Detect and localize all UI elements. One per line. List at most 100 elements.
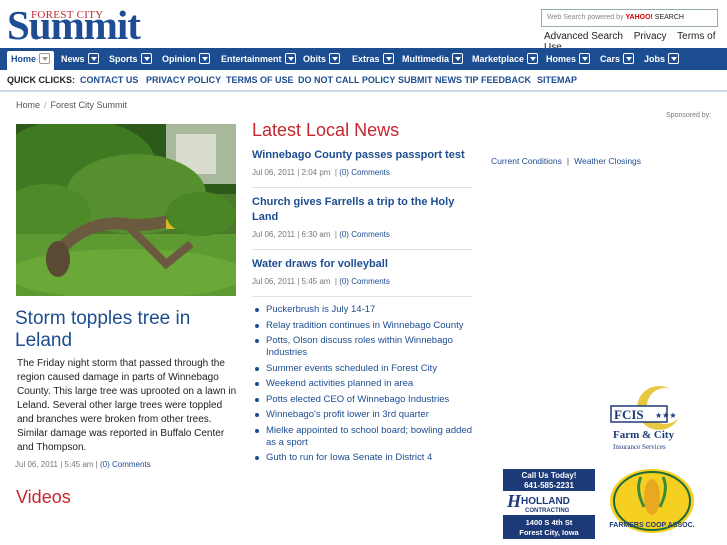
chevron-down-icon[interactable]	[199, 53, 210, 64]
headline-list: Puckerbrush is July 14-17 Relay traditio…	[253, 304, 478, 468]
chevron-down-icon[interactable]	[329, 53, 341, 64]
fallen-tree-image	[16, 124, 236, 296]
story-divider	[252, 187, 472, 188]
privacy-link[interactable]: Privacy	[634, 31, 667, 42]
news-story: Water draws for volleyball Jul 06, 2011 …	[252, 257, 472, 286]
chevron-down-icon[interactable]	[140, 53, 152, 64]
feature-story-title[interactable]: Storm topples tree in Leland	[15, 308, 240, 352]
nav-item-cars[interactable]: Cars	[600, 51, 635, 68]
news-story-meta: Jul 06, 2011 | 2:04 pm | (0) Comments	[252, 168, 390, 177]
nav-item-obits[interactable]: Obits	[303, 51, 341, 68]
latest-news-title: Latest Local News	[252, 120, 400, 140]
advanced-search-link[interactable]: Advanced Search	[544, 31, 623, 42]
weather-closings-link[interactable]: Weather Closings	[574, 156, 641, 166]
headline-link[interactable]: Winnebago's profit lower in 3rd quarter	[253, 409, 478, 421]
news-story-title[interactable]: Church gives Farrells a trip to the Holy…	[252, 195, 472, 225]
feature-photo[interactable]	[16, 124, 236, 296]
headline-link[interactable]: Summer events scheduled in Forest City	[253, 363, 478, 375]
headline-link[interactable]: Puckerbrush is July 14-17	[253, 304, 478, 316]
holland-brand: HOLLAND	[521, 496, 570, 507]
nav-item-sports[interactable]: Sports	[109, 51, 152, 68]
breadcrumb-separator: /	[44, 100, 47, 110]
fcis-line2: Insurance Services	[613, 443, 666, 451]
holland-address1: 1400 S 4th St	[526, 518, 573, 527]
nav-item-jobs[interactable]: Jobs	[644, 51, 680, 68]
nav-item-entertainment[interactable]: Entertainment	[221, 51, 296, 68]
feature-story-comments-link[interactable]: (0) Comments	[100, 460, 151, 469]
chevron-down-icon[interactable]	[579, 53, 591, 64]
headline-link[interactable]: Potts elected CEO of Winnebago Industrie…	[253, 394, 478, 406]
chevron-down-icon[interactable]	[284, 53, 296, 64]
chevron-down-icon[interactable]	[527, 53, 539, 64]
quick-link-contact-us[interactable]: CONTACT US	[80, 70, 138, 91]
sponsored-by-label: Sponsored by:	[666, 112, 712, 119]
quick-link-submit-news-tip[interactable]: SUBMIT NEWS TIP	[398, 70, 479, 91]
nav-item-news[interactable]: News	[61, 51, 99, 68]
headline-link[interactable]: Mielke appointed to school board; bowlin…	[253, 425, 478, 449]
news-story-date: Jul 06, 2011 | 5:45 am	[252, 277, 331, 286]
link-separator: |	[566, 156, 570, 166]
quick-link-terms-of-use[interactable]: TERMS OF USE	[226, 70, 294, 91]
quick-clicks-label: QUICK CLICKS:	[7, 75, 75, 85]
nav-item-extras[interactable]: Extras	[352, 51, 394, 68]
news-story-comments-link[interactable]: (0) Comments	[339, 230, 390, 239]
fcis-logo: FCIS ★★★ Farm & City Insurance Services	[610, 386, 683, 451]
news-story-date: Jul 06, 2011 | 6:30 am	[252, 230, 331, 239]
main-nav: Home News Sports Opinion Entertainment O…	[0, 48, 727, 70]
breadcrumb-home[interactable]: Home	[16, 100, 40, 110]
nav-item-home[interactable]: Home	[7, 51, 55, 70]
headline-link[interactable]: Weekend activities planned in area	[253, 378, 478, 390]
ad-holland-contracting[interactable]: Call Us Today! 641-585-2231 H HOLLAND CO…	[503, 469, 595, 539]
nav-item-marketplace[interactable]: Marketplace	[472, 51, 539, 68]
headline-link[interactable]: Relay tradition continues in Winnebago C…	[253, 320, 478, 332]
breadcrumb-current: Forest City Summit	[50, 100, 128, 110]
story-divider	[252, 296, 472, 297]
search-button[interactable]: SEARCH	[655, 14, 684, 21]
fcis-line1: Farm & City	[613, 429, 675, 441]
news-story-comments-link[interactable]: (0) Comments	[339, 168, 390, 177]
news-story-title[interactable]: Winnebago County passes passport test	[252, 148, 472, 163]
holland-address2: Forest City, Iowa	[519, 528, 579, 537]
quick-link-feedback[interactable]: FEEDBACK	[481, 70, 531, 91]
weather-links: Current Conditions | Weather Closings	[491, 156, 641, 166]
nav-item-opinion[interactable]: Opinion	[162, 51, 210, 68]
chevron-down-icon[interactable]	[452, 53, 464, 64]
feature-story-date: Jul 06, 2011 | 5:45 am	[15, 460, 94, 469]
quick-link-sitemap[interactable]: SITEMAP	[537, 70, 577, 91]
feature-story-meta: Jul 06, 2011 | 5:45 am | (0) Comments	[15, 460, 151, 469]
chevron-down-icon[interactable]	[382, 53, 394, 64]
farmers-coop-name: FARMERS COOP ASSOC.	[609, 522, 694, 529]
fcis-badge: FCIS	[614, 407, 644, 422]
site-logo-tagline: FOREST CITY	[31, 9, 104, 21]
news-story-comments-link[interactable]: (0) Comments	[339, 277, 390, 286]
chevron-down-icon[interactable]	[623, 53, 635, 64]
videos-section-title: Videos	[16, 487, 71, 507]
ad-farmers-coop[interactable]: FARMERS COOP ASSOC.	[607, 469, 698, 539]
site-header: Summit FOREST CITY Web Search powered by…	[0, 0, 727, 53]
fcis-stars: ★★★	[655, 411, 677, 420]
headline-link[interactable]: Potts, Olson discuss roles within Winneb…	[253, 335, 478, 359]
quick-link-do-not-call[interactable]: DO NOT CALL POLICY	[298, 70, 395, 91]
news-story: Church gives Farrells a trip to the Holy…	[252, 195, 472, 239]
news-story-title[interactable]: Water draws for volleyball	[252, 257, 472, 272]
headline-link[interactable]: Guth to run for Iowa Senate in District …	[253, 452, 478, 464]
chevron-down-icon[interactable]	[668, 53, 680, 64]
chevron-down-icon[interactable]	[87, 53, 99, 64]
feature-story-text: The Friday night storm that passed throu…	[17, 358, 237, 453]
farmers-coop-graphic: FARMERS COOP ASSOC.	[607, 469, 698, 539]
nav-item-homes[interactable]: Homes	[546, 51, 591, 68]
news-story: Winnebago County passes passport test Ju…	[252, 148, 472, 177]
svg-text:H: H	[506, 491, 522, 511]
news-story-meta: Jul 06, 2011 | 6:30 am | (0) Comments	[252, 230, 390, 239]
web-search-input[interactable]: Web Search powered by YAHOO! SEARCH	[541, 9, 718, 27]
nav-item-multimedia[interactable]: Multimedia	[402, 51, 464, 68]
news-story-meta: Jul 06, 2011 | 5:45 am | (0) Comments	[252, 277, 390, 286]
holland-ad-graphic: Call Us Today! 641-585-2231 H HOLLAND CO…	[503, 469, 595, 539]
quick-clicks-bar: QUICK CLICKS: CONTACT US PRIVACY POLICY …	[0, 70, 727, 92]
yahoo-logo: YAHOO!	[625, 14, 653, 21]
story-divider	[252, 249, 472, 250]
chevron-down-icon[interactable]	[39, 53, 51, 64]
current-conditions-link[interactable]: Current Conditions	[491, 156, 562, 166]
quick-link-privacy-policy[interactable]: PRIVACY POLICY	[146, 70, 221, 91]
ad-farm-city-insurance[interactable]: FCIS ★★★ Farm & City Insurance Services	[607, 384, 698, 455]
